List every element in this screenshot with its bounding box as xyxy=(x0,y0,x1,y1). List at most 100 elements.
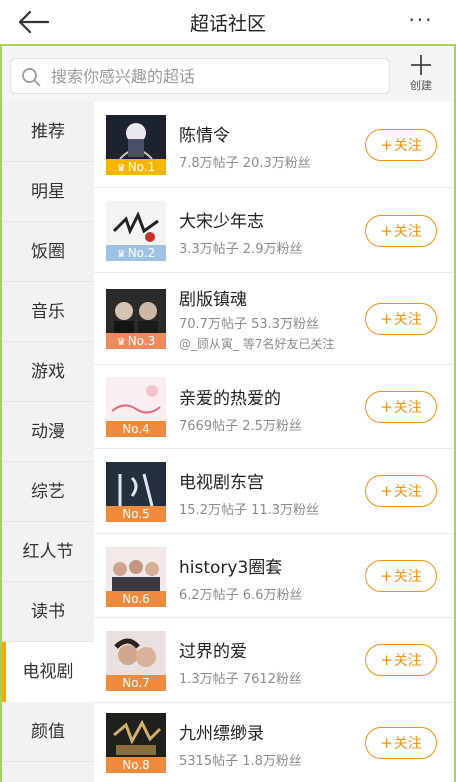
follow-label: 关注 xyxy=(393,312,422,328)
topic-name: 剧版镇魂 xyxy=(179,290,247,310)
follow-label: 关注 xyxy=(393,736,422,752)
topic-stats: 1.3万帖子 7612粉丝 xyxy=(179,672,302,687)
topic-name: 九州缥缈录 xyxy=(179,724,264,744)
rank-label: No.7 xyxy=(122,676,150,690)
rank-label: No.8 xyxy=(122,758,150,772)
topic-cover: No.5 xyxy=(106,462,166,522)
topic-cover: No.8 xyxy=(106,713,166,773)
follow-button[interactable]: +关注 xyxy=(365,644,437,676)
list-item[interactable]: No.6 history3圈套 6.2万帖子 6.6万粉丝 +关注 xyxy=(94,534,454,618)
follow-button[interactable]: +关注 xyxy=(365,560,437,592)
sidebar-item-stars[interactable]: 明星 xyxy=(2,162,94,222)
sidebar-item-label: 游戏 xyxy=(31,362,65,382)
sidebar-item-music[interactable]: 音乐 xyxy=(2,282,94,342)
create-button[interactable]: 创建 xyxy=(400,54,442,98)
follow-label: 关注 xyxy=(393,653,422,669)
sidebar-item-looks[interactable]: 颜值 xyxy=(2,702,94,762)
follow-label: 关注 xyxy=(393,138,422,154)
content-frame: 创建 推荐 明星 饭圈 音乐 游戏 动漫 综艺 红人节 读书 电视剧 颜值 xyxy=(0,44,456,782)
category-sidebar: 推荐 明星 饭圈 音乐 游戏 动漫 综艺 红人节 读书 电视剧 颜值 xyxy=(2,102,94,782)
topic-name: 亲爱的热爱的 xyxy=(179,389,281,409)
follow-label: 关注 xyxy=(393,400,422,416)
rank-badge: ♛ No.1 xyxy=(106,159,166,175)
create-label: 创建 xyxy=(410,79,432,92)
follow-button[interactable]: +关注 xyxy=(365,303,437,335)
rank-label: No.2 xyxy=(127,246,156,260)
list-item[interactable]: No.5 电视剧东宫 15.2万帖子 11.3万粉丝 +关注 xyxy=(94,449,454,534)
list-item[interactable]: No.8 九州缥缈录 5315帖子 1.8万粉丝 +关注 xyxy=(94,703,454,782)
sidebar-item-variety[interactable]: 综艺 xyxy=(2,462,94,522)
sidebar-item-reading[interactable]: 读书 xyxy=(2,582,94,642)
sidebar-item-tv-drama[interactable]: 电视剧 xyxy=(2,642,94,702)
topic-stats: 5315帖子 1.8万粉丝 xyxy=(179,754,302,769)
topic-name: 陈情令 xyxy=(179,126,230,146)
crown-icon: ♛ xyxy=(116,249,126,260)
sidebar-item-label: 电视剧 xyxy=(22,662,74,682)
follow-button[interactable]: +关注 xyxy=(365,727,437,759)
follow-label: 关注 xyxy=(393,224,422,240)
rank-badge: No.4 xyxy=(106,421,166,437)
sidebar-item-label: 红人节 xyxy=(22,542,74,562)
sidebar-item-label: 综艺 xyxy=(31,482,65,502)
rank-badge: No.5 xyxy=(106,506,166,522)
sidebar-item-label: 读书 xyxy=(31,602,65,622)
more-options-button[interactable]: ··· xyxy=(404,10,438,34)
sidebar-item-games[interactable]: 游戏 xyxy=(2,342,94,402)
rank-label: No.4 xyxy=(122,422,150,436)
list-item[interactable]: No.7 过界的爱 1.3万帖子 7612粉丝 +关注 xyxy=(94,618,454,703)
topic-cover: ♛ No.2 xyxy=(106,201,166,261)
page-title: 超话社区 xyxy=(189,13,266,35)
follow-button[interactable]: +关注 xyxy=(365,391,437,423)
friends-followed: @_顾从寅_ 等7名好友已关注 xyxy=(179,337,335,351)
topic-stats: 7.8万帖子 20.3万粉丝 xyxy=(179,156,311,171)
topic-cover: No.6 xyxy=(106,547,166,607)
plus-icon: + xyxy=(380,567,393,585)
sidebar-item-label: 明星 xyxy=(31,182,65,202)
rank-badge: No.6 xyxy=(106,591,166,607)
search-icon xyxy=(22,68,41,87)
plus-icon: + xyxy=(380,651,393,669)
topic-cover: ♛ No.1 xyxy=(106,115,166,175)
top-header: 超话社区 ··· xyxy=(0,0,456,44)
follow-button[interactable]: +关注 xyxy=(365,475,437,507)
topic-cover: No.4 xyxy=(106,377,166,437)
topic-name: 电视剧东宫 xyxy=(179,473,264,493)
sidebar-item-label: 音乐 xyxy=(31,302,65,322)
topic-stats: 3.3万帖子 2.9万粉丝 xyxy=(179,242,303,257)
sidebar-item-label: 颜值 xyxy=(31,722,65,742)
list-item[interactable]: ♛ No.1 陈情令 7.8万帖子 20.3万粉丝 +关注 xyxy=(94,102,454,188)
rank-badge: ♛ No.2 xyxy=(106,245,166,261)
rank-label: No.1 xyxy=(127,160,156,174)
sidebar-item-fandom[interactable]: 饭圈 xyxy=(2,222,94,282)
crown-icon: ♛ xyxy=(116,337,126,348)
follow-button[interactable]: +关注 xyxy=(365,215,437,247)
list-item[interactable]: ♛ No.3 剧版镇魂 70.7万帖子 53.3万粉丝 @_顾从寅_ 等7名好友已… xyxy=(94,273,454,365)
sidebar-item-label: 动漫 xyxy=(31,422,65,442)
topic-stats: 15.2万帖子 11.3万粉丝 xyxy=(179,503,320,518)
search-input[interactable] xyxy=(51,59,381,93)
sidebar-item-anime[interactable]: 动漫 xyxy=(2,402,94,462)
follow-label: 关注 xyxy=(393,484,422,500)
rank-badge: No.8 xyxy=(106,757,166,773)
rank-badge: ♛ No.3 xyxy=(106,333,166,349)
plus-icon: + xyxy=(380,482,393,500)
topic-name: 过界的爱 xyxy=(179,642,247,662)
sidebar-item-influencer-festival[interactable]: 红人节 xyxy=(2,522,94,582)
sidebar-item-recommend[interactable]: 推荐 xyxy=(2,102,94,162)
rank-label: No.3 xyxy=(127,334,156,348)
list-item[interactable]: No.4 亲爱的热爱的 7669帖子 2.5万粉丝 +关注 xyxy=(94,365,454,449)
sidebar-item-label: 饭圈 xyxy=(31,242,65,262)
search-box[interactable] xyxy=(10,58,390,94)
topic-stats: 6.2万帖子 6.6万粉丝 xyxy=(179,588,303,603)
list-item[interactable]: ♛ No.2 大宋少年志 3.3万帖子 2.9万粉丝 +关注 xyxy=(94,188,454,273)
topic-name: history3圈套 xyxy=(179,558,283,578)
sidebar-item-label: 推荐 xyxy=(31,122,65,142)
rank-label: No.6 xyxy=(122,592,150,606)
topic-stats: 7669帖子 2.5万粉丝 xyxy=(179,419,302,434)
search-bar: 创建 xyxy=(2,46,454,102)
topic-list: ♛ No.1 陈情令 7.8万帖子 20.3万粉丝 +关注 ♛ No.2 大宋少年志… xyxy=(94,102,454,782)
follow-button[interactable]: +关注 xyxy=(365,129,437,161)
topic-name: 大宋少年志 xyxy=(179,212,264,232)
plus-icon: + xyxy=(380,136,393,154)
plus-icon: + xyxy=(380,398,393,416)
